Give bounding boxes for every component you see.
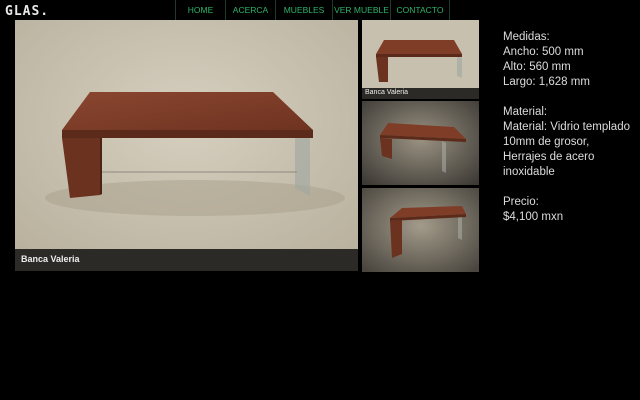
ancho-value: Ancho: 500 mm: [503, 46, 584, 58]
material-line-3: Herrajes de acero: [503, 151, 595, 163]
alto-value: Alto: 560 mm: [503, 61, 571, 73]
main-nav: HOME ACERCA MUEBLES VER MUEBLE CONTACTO: [175, 0, 450, 20]
medidas-heading: Medidas:: [503, 31, 550, 43]
thumbnail-1-caption-bar: Banca Valeria: [362, 88, 479, 99]
nav-ver-mueble[interactable]: VER MUEBLE: [332, 0, 390, 20]
nav-muebles[interactable]: MUEBLES: [275, 0, 332, 20]
nav-acerca[interactable]: ACERCA: [225, 0, 275, 20]
largo-value: Largo: 1,628 mm: [503, 76, 590, 88]
thumbnail-1[interactable]: Banca Valeria: [362, 20, 479, 99]
thumbnail-2-image: [362, 101, 479, 185]
material-line-4: inoxidable: [503, 166, 555, 178]
nav-contacto[interactable]: CONTACTO: [390, 0, 450, 20]
main-product-image: Banca Valeria: [15, 20, 358, 271]
product-details: Medidas: Ancho: 500 mm Alto: 560 mm Larg…: [503, 30, 638, 225]
thumbnail-1-caption: Banca Valeria: [365, 89, 409, 96]
site-logo[interactable]: GLAS.: [5, 4, 49, 19]
material-heading: Material:: [503, 106, 548, 118]
nav-home[interactable]: HOME: [175, 0, 225, 20]
precio-value: $4,100 mxn: [503, 211, 564, 223]
bench-render: [15, 20, 358, 271]
main-image-caption: Banca Valeria: [21, 254, 80, 264]
material-line-1: Material: Vidrio templado: [503, 121, 630, 133]
main-image-caption-bar: Banca Valeria: [15, 249, 358, 271]
precio-heading: Precio:: [503, 196, 539, 208]
thumbnail-2[interactable]: [362, 101, 479, 185]
thumbnail-3-image: [362, 188, 479, 272]
material-line-2: 10mm de grosor,: [503, 136, 590, 148]
thumbnail-3[interactable]: [362, 188, 479, 272]
